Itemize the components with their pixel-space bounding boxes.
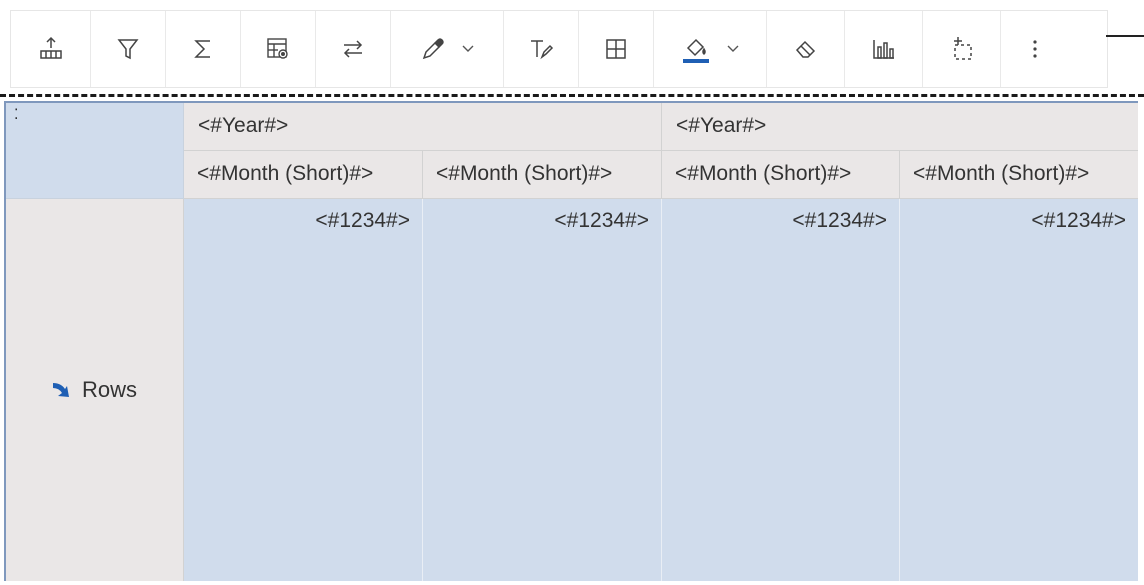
filter-icon <box>117 39 139 60</box>
column-header-year[interactable]: <#Year#> <box>184 103 662 151</box>
table-settings-icon <box>267 38 288 59</box>
clear-format-button[interactable] <box>767 11 845 87</box>
fill-color-dropdown[interactable] <box>654 11 767 87</box>
drop-arrow-icon <box>52 383 69 397</box>
data-cell[interactable]: <#1234#> <box>184 199 423 581</box>
chart-button[interactable] <box>845 11 923 87</box>
chevron-down-icon <box>727 45 739 52</box>
summarize-sigma-icon <box>194 40 210 58</box>
insert-member-button[interactable] <box>11 11 91 87</box>
color-picker-dropdown[interactable] <box>391 11 504 87</box>
table-settings-button[interactable] <box>241 11 316 87</box>
swap-rows-columns-icon <box>343 40 363 58</box>
toolbar <box>10 10 1108 88</box>
summarize-button[interactable] <box>166 11 241 87</box>
data-cell[interactable]: <#1234#> <box>662 199 900 581</box>
column-header-month[interactable]: <#Month (Short)#> <box>662 151 900 199</box>
fill-color-icon <box>683 38 709 63</box>
row-drop-label: Rows <box>81 377 137 402</box>
column-header-month[interactable]: <#Month (Short)#> <box>184 151 423 199</box>
select-ancestor-button[interactable] <box>923 11 1001 87</box>
color-picker-icon <box>422 38 444 60</box>
clear-format-icon <box>795 40 815 58</box>
data-cell[interactable]: <#1234#> <box>423 199 662 581</box>
swap-rows-columns-button[interactable] <box>316 11 391 87</box>
borders-button[interactable] <box>579 11 654 87</box>
toolbar-edge-line <box>1106 35 1144 37</box>
filter-button[interactable] <box>91 11 166 87</box>
column-header-month[interactable]: <#Month (Short)#> <box>900 151 1138 199</box>
data-cell[interactable]: <#1234#> <box>900 199 1138 581</box>
crosstab[interactable]: ⁚ <#Year#> <#Year#> <#Month (Short)#> <#… <box>4 101 1138 581</box>
borders-icon <box>606 39 626 59</box>
text-style-icon <box>531 40 554 60</box>
crosstab-corner[interactable]: ⁚ <box>6 103 184 199</box>
more-options-button[interactable] <box>1001 11 1069 87</box>
insert-member-icon <box>39 36 62 59</box>
column-header-month[interactable]: <#Month (Short)#> <box>423 151 662 199</box>
column-header-year[interactable]: <#Year#> <box>662 103 1138 151</box>
bar-chart-icon <box>872 40 894 59</box>
select-ancestor-icon <box>953 37 972 60</box>
drag-handle-icon[interactable]: ⁚ <box>14 107 19 121</box>
row-drop-zone[interactable]: Rows <box>6 199 184 581</box>
more-vertical-icon <box>1033 40 1037 58</box>
text-style-button[interactable] <box>504 11 579 87</box>
chevron-down-icon <box>462 45 474 52</box>
selection-dashed-border <box>0 94 1144 97</box>
